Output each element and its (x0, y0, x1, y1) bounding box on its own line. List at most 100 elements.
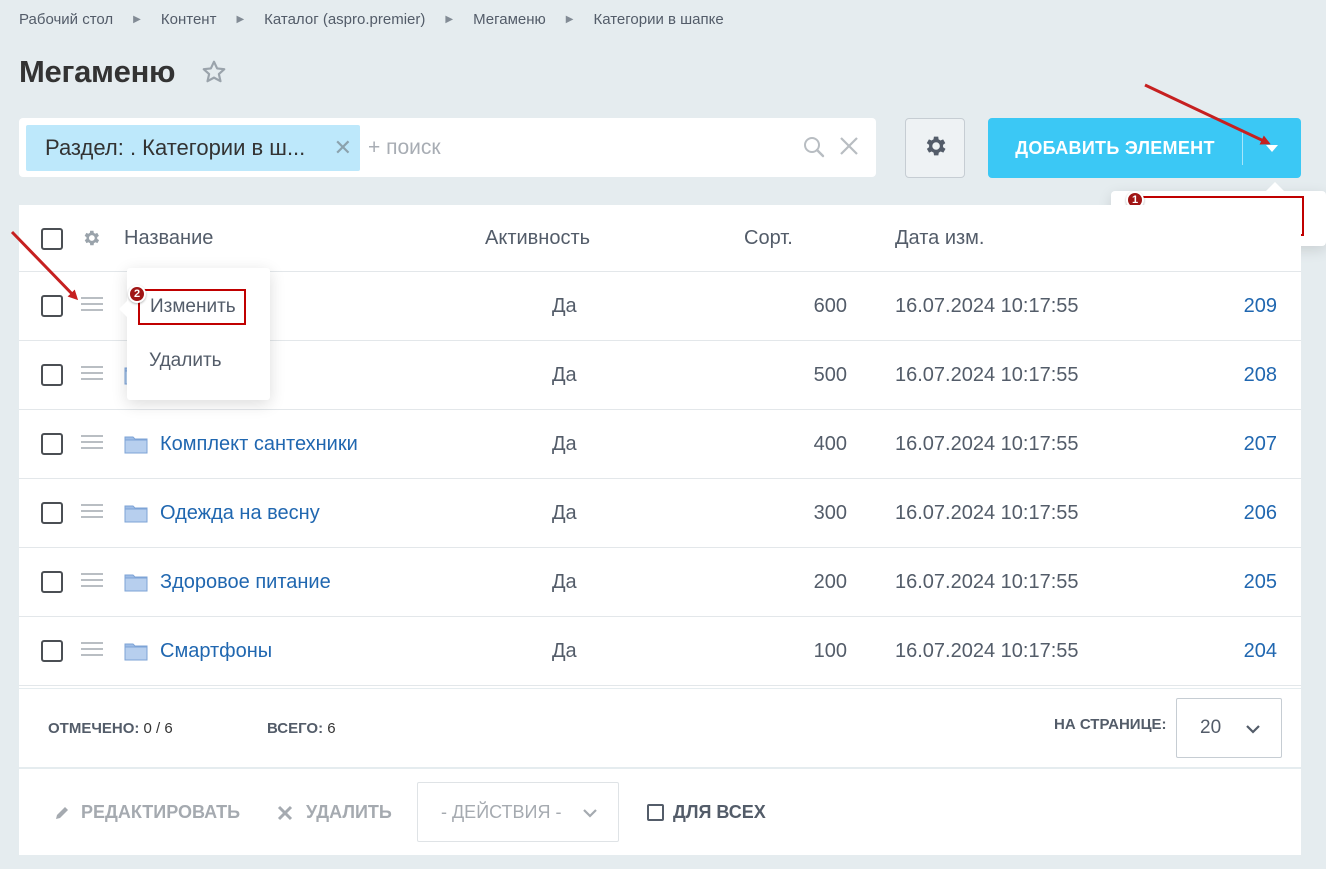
row-id-link[interactable]: 208 (1244, 364, 1277, 387)
row-menu-icon[interactable] (81, 435, 103, 451)
total-count: ВСЕГО: 6 (267, 720, 336, 737)
breadcrumb: Рабочий стол ▶ Контент ▶ Каталог (aspro.… (19, 11, 724, 28)
row-sort: 600 (813, 295, 847, 317)
close-icon (276, 804, 294, 822)
folder-icon (124, 641, 148, 661)
chevron-down-icon (1245, 721, 1261, 737)
group-actions-panel: РЕДАКТИРОВАТЬ УДАЛИТЬ - ДЕЙСТВИЯ - ДЛЯ В… (19, 769, 1301, 855)
menu-item-edit[interactable]: Изменить (138, 289, 246, 325)
search-icon[interactable] (802, 135, 826, 159)
row-active: Да (552, 502, 577, 524)
row-id-link[interactable]: 207 (1244, 433, 1277, 456)
folder-icon (124, 434, 148, 454)
column-settings-icon[interactable] (81, 228, 101, 248)
breadcrumb-item-header-categories[interactable]: Категории в шапке (593, 11, 723, 28)
row-id-link[interactable]: 209 (1244, 295, 1277, 318)
select-all-checkbox[interactable] (41, 228, 63, 250)
search-input[interactable] (368, 135, 876, 160)
breadcrumb-separator-icon: ▶ (236, 14, 245, 25)
delete-button[interactable]: УДАЛИТЬ (276, 802, 392, 823)
row-active: Да (552, 640, 577, 662)
row-menu-icon[interactable] (81, 366, 103, 382)
row-checkbox[interactable] (41, 640, 63, 662)
row-sort: 200 (813, 571, 847, 593)
row-checkbox[interactable] (41, 502, 63, 524)
apply-to-all-checkbox[interactable]: ДЛЯ ВСЕХ (647, 802, 766, 823)
per-page-label: НА СТРАНИЦЕ: (1054, 716, 1167, 733)
row-active: Да (552, 433, 577, 455)
column-header-sort[interactable]: Сорт. (744, 227, 793, 250)
row-id-link[interactable]: 205 (1244, 571, 1277, 594)
filter-search-bar[interactable]: Раздел: . Категории в ш... ✕ (19, 118, 876, 177)
row-menu-icon[interactable] (81, 504, 103, 520)
row-sort: 100 (813, 640, 847, 662)
clear-icon[interactable] (838, 135, 860, 157)
row-menu-icon[interactable] (81, 642, 103, 658)
filter-tag-label: Раздел: . Категории в ш... (45, 134, 306, 160)
column-header-active[interactable]: Активность (485, 227, 590, 250)
add-dropdown-toggle[interactable] (1243, 144, 1301, 152)
breadcrumb-separator-icon: ▶ (565, 14, 574, 25)
filter-tag[interactable]: Раздел: . Категории в ш... ✕ (26, 124, 360, 171)
row-context-menu: Изменить Удалить (119, 268, 270, 400)
row-id-link[interactable]: 204 (1244, 640, 1277, 663)
apply-to-all-label: ДЛЯ ВСЕХ (673, 802, 766, 822)
star-icon[interactable] (201, 59, 227, 85)
row-active: Да (552, 571, 577, 593)
breadcrumb-separator-icon: ▶ (445, 14, 454, 25)
checkbox-icon (647, 804, 664, 821)
row-id-link[interactable]: 206 (1244, 502, 1277, 525)
row-name-link[interactable]: Здоровое питание (160, 571, 331, 594)
table-row[interactable]: Здоровое питание Да 200 16.07.2024 10:17… (19, 548, 1301, 617)
chevron-down-icon (582, 805, 598, 821)
row-date: 16.07.2024 10:17:55 (895, 571, 1079, 593)
table-row[interactable]: Комплект сантехники Да 400 16.07.2024 10… (19, 410, 1301, 479)
add-element-button[interactable]: ДОБАВИТЬ ЭЛЕМЕНТ (988, 118, 1301, 178)
row-menu-icon[interactable] (81, 573, 103, 589)
row-name-link[interactable]: Смартфоны (160, 640, 272, 663)
checked-count-value: 0 / 6 (143, 720, 173, 737)
row-date: 16.07.2024 10:17:55 (895, 640, 1079, 662)
per-page-value: 20 (1200, 717, 1222, 738)
page-title: Мегаменю (19, 54, 176, 89)
folder-icon (124, 572, 148, 592)
pencil-icon (53, 804, 71, 822)
edit-label: РЕДАКТИРОВАТЬ (81, 802, 241, 822)
menu-item-delete[interactable]: Удалить (149, 350, 222, 372)
checked-count: ОТМЕЧЕНО: 0 / 6 (48, 720, 173, 737)
per-page-select[interactable]: 20 (1176, 698, 1282, 758)
row-sort: 300 (813, 502, 847, 524)
settings-button[interactable] (905, 118, 965, 178)
add-element-label: ДОБАВИТЬ ЭЛЕМЕНТ (1015, 137, 1215, 158)
row-sort: 400 (813, 433, 847, 455)
breadcrumb-item-content[interactable]: Контент (161, 11, 217, 28)
total-count-value: 6 (327, 720, 336, 737)
row-checkbox[interactable] (41, 295, 63, 317)
row-date: 16.07.2024 10:17:55 (895, 502, 1079, 524)
edit-button[interactable]: РЕДАКТИРОВАТЬ (53, 802, 240, 823)
column-header-date[interactable]: Дата изм. (895, 227, 985, 250)
row-date: 16.07.2024 10:17:55 (895, 433, 1079, 455)
row-name-link[interactable]: Комплект сантехники (160, 433, 358, 456)
row-menu-icon[interactable] (81, 297, 103, 313)
breadcrumb-item-megamenu[interactable]: Мегаменю (473, 11, 546, 28)
table-row[interactable]: Одежда на весну Да 300 16.07.2024 10:17:… (19, 479, 1301, 548)
row-date: 16.07.2024 10:17:55 (895, 295, 1079, 317)
table-footer: ОТМЕЧЕНО: 0 / 6 ВСЕГО: 6 НА СТРАНИЦЕ: 20 (19, 689, 1301, 767)
row-active: Да (552, 295, 577, 317)
row-name-link[interactable]: Одежда на весну (160, 502, 320, 525)
row-checkbox[interactable] (41, 571, 63, 593)
table-row[interactable]: Смартфоны Да 100 16.07.2024 10:17:55 204 (19, 617, 1301, 686)
row-date: 16.07.2024 10:17:55 (895, 364, 1079, 386)
actions-select[interactable]: - ДЕЙСТВИЯ - (417, 782, 619, 842)
close-icon[interactable]: ✕ (334, 135, 352, 161)
delete-label: УДАЛИТЬ (306, 802, 392, 822)
row-checkbox[interactable] (41, 433, 63, 455)
breadcrumb-item-desktop[interactable]: Рабочий стол (19, 11, 113, 28)
page-title-row: Мегаменю (19, 54, 227, 90)
row-active: Да (552, 364, 577, 386)
caret-down-icon (1266, 144, 1278, 152)
column-header-name[interactable]: Название (124, 227, 213, 250)
row-checkbox[interactable] (41, 364, 63, 386)
breadcrumb-item-catalog[interactable]: Каталог (aspro.premier) (264, 11, 425, 28)
